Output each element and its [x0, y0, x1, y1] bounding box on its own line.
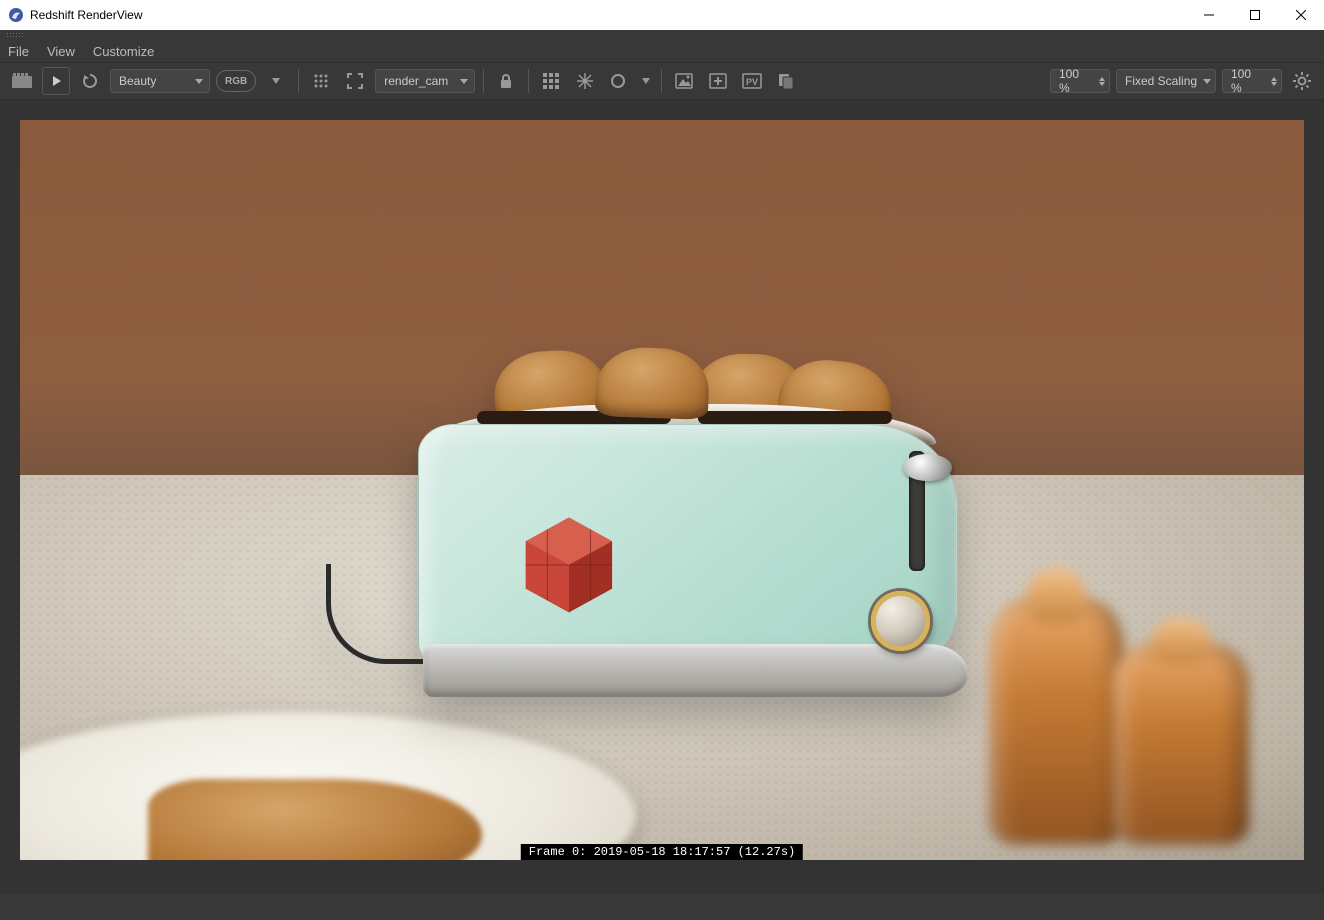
snapshot-button[interactable] — [670, 67, 698, 95]
rgb-channel-button[interactable]: RGB — [216, 70, 256, 92]
zoom-right-value: 100 % — [1231, 67, 1263, 95]
caret-down-icon[interactable] — [262, 67, 290, 95]
scene-toaster — [418, 364, 957, 697]
scene-toast — [595, 346, 711, 420]
window-titlebar: Redshift RenderView — [0, 0, 1324, 30]
menu-customize[interactable]: Customize — [93, 44, 154, 59]
arrow-down-icon — [1271, 82, 1277, 86]
maximize-button[interactable] — [1232, 0, 1278, 30]
scene-toaster-slot — [698, 411, 893, 424]
chevron-down-icon — [1203, 79, 1211, 84]
app-icon — [8, 7, 24, 23]
close-button[interactable] — [1278, 0, 1324, 30]
frame-info-overlay: Frame 0: 2019-05-18 18:17:57 (12.27s) — [521, 844, 803, 860]
svg-text:PV: PV — [746, 77, 758, 87]
scaling-dropdown[interactable]: Fixed Scaling — [1116, 69, 1216, 93]
freeze-button[interactable] — [571, 67, 599, 95]
separator — [528, 69, 529, 93]
region-render-button[interactable] — [341, 67, 369, 95]
channels-grid-button[interactable] — [307, 67, 335, 95]
window-title: Redshift RenderView — [30, 8, 143, 22]
pick-shape-caret[interactable] — [639, 67, 653, 95]
zoom-left-value: 100 % — [1059, 67, 1091, 95]
camera-dropdown-value: render_cam — [384, 74, 454, 88]
scaling-dropdown-value: Fixed Scaling — [1125, 74, 1197, 88]
pick-shape-button[interactable] — [605, 67, 633, 95]
status-bar — [0, 894, 1324, 920]
refresh-button[interactable] — [76, 67, 104, 95]
arrow-up-icon — [1099, 77, 1105, 81]
separator — [298, 69, 299, 93]
copy-button[interactable] — [772, 67, 800, 95]
bucket-grid-button[interactable] — [537, 67, 565, 95]
separator — [483, 69, 484, 93]
chevron-down-icon — [195, 79, 203, 84]
settings-button[interactable] — [1288, 67, 1316, 95]
toolbar: Beauty RGB render_cam — [0, 62, 1324, 100]
viewport-footer — [20, 860, 1304, 888]
toolbar-gripper[interactable] — [0, 30, 1324, 40]
zoom-right-spinner[interactable]: 100 % — [1222, 69, 1282, 93]
render-view[interactable]: Frame 0: 2019-05-18 18:17:57 (12.27s) — [20, 120, 1304, 860]
scene-lever-knob — [903, 454, 952, 481]
aov-dropdown[interactable]: Beauty — [110, 69, 210, 93]
pv-button[interactable]: PV — [738, 67, 766, 95]
zoom-left-spinner[interactable]: 100 % — [1050, 69, 1110, 93]
chevron-down-icon — [460, 79, 468, 84]
play-button[interactable] — [42, 67, 70, 95]
aov-dropdown-value: Beauty — [119, 74, 189, 88]
scene-pepper-shakers — [983, 564, 1265, 845]
scene-toaster-base — [423, 644, 968, 697]
arrow-up-icon — [1271, 77, 1277, 81]
ipr-button[interactable] — [8, 67, 36, 95]
arrow-down-icon — [1099, 82, 1105, 86]
minimize-button[interactable] — [1186, 0, 1232, 30]
add-snapshot-button[interactable] — [704, 67, 732, 95]
scene-dial — [871, 591, 930, 650]
menu-file[interactable]: File — [8, 44, 29, 59]
lock-button[interactable] — [492, 67, 520, 95]
menu-view[interactable]: View — [47, 44, 75, 59]
redshift-logo-icon — [515, 511, 623, 619]
separator — [661, 69, 662, 93]
camera-dropdown[interactable]: render_cam — [375, 69, 475, 93]
viewport-area: Frame 0: 2019-05-18 18:17:57 (12.27s) — [0, 100, 1324, 894]
menubar: File View Customize — [0, 40, 1324, 62]
